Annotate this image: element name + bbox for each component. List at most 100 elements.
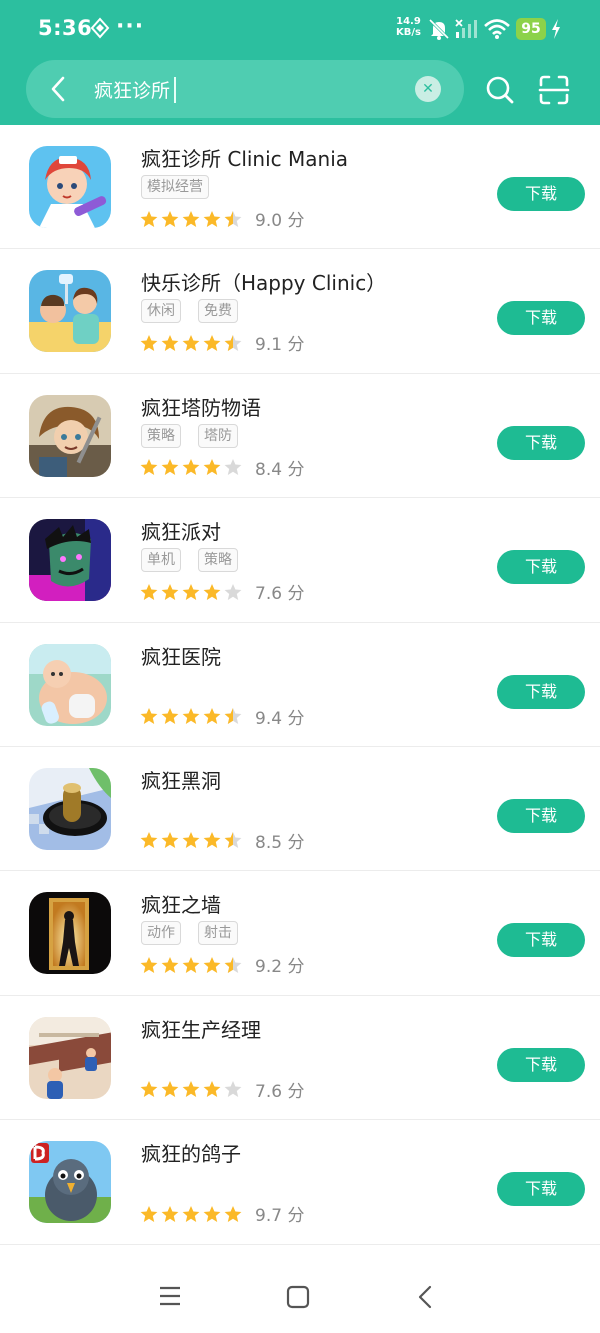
star-icon xyxy=(182,583,200,600)
star-icon xyxy=(161,708,179,725)
star-icon xyxy=(203,708,221,725)
system-navigation-bar xyxy=(0,1255,600,1333)
star-rating-icons xyxy=(140,210,242,228)
app-list-item[interactable]: 疯狂塔防物语 策略 塔防 8.4 分 下载 xyxy=(0,374,600,499)
wifi-icon xyxy=(484,18,510,44)
mute-bell-icon xyxy=(428,18,450,44)
star-icon xyxy=(161,1081,179,1098)
app-name[interactable]: 疯狂生产经理 xyxy=(141,1014,261,1043)
hospital-game-icon[interactable] xyxy=(29,643,111,726)
download-button[interactable]: 下载 xyxy=(497,301,585,336)
app-rating: 7.6 分 xyxy=(140,579,304,604)
star-icon xyxy=(203,1205,221,1222)
star-icon xyxy=(140,459,158,476)
clear-search-button[interactable]: ✕ xyxy=(415,76,441,102)
star-icon xyxy=(203,832,221,849)
category-tag: 塔防 xyxy=(198,423,238,448)
chevron-left-icon xyxy=(418,1285,432,1309)
download-button[interactable]: 下载 xyxy=(497,1047,585,1082)
search-input[interactable]: 疯狂诊所 xyxy=(94,76,170,103)
app-rating: 9.2 分 xyxy=(140,952,304,977)
app-list-item[interactable]: 快乐诊所（Happy Clinic） 休闲 免费 9.1 分 下载 xyxy=(0,249,600,374)
party-game-icon[interactable] xyxy=(29,519,111,602)
scan-button[interactable] xyxy=(538,74,570,106)
download-button[interactable]: 下载 xyxy=(497,923,585,958)
star-icon xyxy=(161,459,179,476)
app-list-item[interactable]: 疯狂之墙动作 射击 9.2 分 下载 xyxy=(0,871,600,996)
app-list-item[interactable]: 疯狂派对 单机 策略 7.6 分 下载 xyxy=(0,498,600,623)
app-list-item[interactable]: 疯狂医院 9.4 分 下载 xyxy=(0,623,600,747)
rating-score: 9.4 分 xyxy=(255,708,305,729)
star-rating-icons xyxy=(140,1205,242,1223)
download-button[interactable]: 下载 xyxy=(497,798,585,833)
system-back-button[interactable] xyxy=(416,1285,434,1313)
black-hole-game-icon[interactable] xyxy=(29,767,111,850)
clinic-game-icon[interactable] xyxy=(29,270,111,353)
app-list-item[interactable]: 疯狂诊所 Clinic Mania 模拟经营 9.0 分 下载 xyxy=(0,125,600,250)
star-icon xyxy=(203,459,221,476)
star-icon xyxy=(224,1081,242,1098)
factory-game-icon[interactable] xyxy=(29,1016,111,1099)
app-rating: 9.7 分 xyxy=(140,1201,304,1226)
star-rating-icons xyxy=(140,583,242,601)
rating-score: 8.5 分 xyxy=(255,832,305,853)
pigeon-game-icon[interactable] xyxy=(29,1141,111,1224)
recent-apps-button[interactable] xyxy=(158,1285,182,1311)
category-tag: 策略 xyxy=(141,423,181,448)
download-button[interactable]: 下载 xyxy=(497,1172,585,1207)
star-icon xyxy=(224,583,242,600)
star-rating-icons xyxy=(140,458,242,476)
star-icon xyxy=(203,956,221,973)
star-rating-icons xyxy=(140,956,242,974)
star-icon xyxy=(224,210,242,227)
text-cursor xyxy=(174,77,176,103)
home-button[interactable] xyxy=(286,1285,310,1313)
app-name[interactable]: 疯狂塔防物语 xyxy=(141,392,261,421)
category-tag: 休闲 xyxy=(141,299,181,324)
star-icon xyxy=(161,583,179,600)
app-list-item[interactable]: 疯狂黑洞 8.5 分 下载 xyxy=(0,747,600,872)
app-name[interactable]: 快乐诊所（Happy Clinic） xyxy=(141,267,386,296)
app-name[interactable]: 疯狂医院 xyxy=(141,641,221,670)
star-icon xyxy=(182,1205,200,1222)
app-name[interactable]: 疯狂之墙 xyxy=(141,889,221,918)
back-button[interactable] xyxy=(40,70,76,108)
star-icon xyxy=(140,583,158,600)
star-icon xyxy=(140,1081,158,1098)
star-icon xyxy=(224,832,242,849)
star-icon xyxy=(182,1081,200,1098)
app-list-item[interactable]: 疯狂生产经理 7.6 分 下载 xyxy=(0,996,600,1121)
status-bar: 5:36 ··· 14.9 KB/s 95 xyxy=(0,0,600,58)
star-icon xyxy=(140,956,158,973)
star-icon xyxy=(140,210,158,227)
status-time: 5:36 xyxy=(38,16,93,40)
search-bar[interactable]: 疯狂诊所 ✕ xyxy=(26,60,464,118)
download-button[interactable]: 下载 xyxy=(497,674,585,709)
star-rating-icons xyxy=(140,334,242,352)
star-icon xyxy=(161,832,179,849)
nurse-game-icon[interactable] xyxy=(29,146,111,228)
charging-icon xyxy=(550,18,562,44)
star-icon xyxy=(203,334,221,351)
app-list-item[interactable]: 疯狂的鸽子 9.7 分 下载 xyxy=(0,1120,600,1245)
more-notifications-icon: ··· xyxy=(116,14,145,39)
category-tag: 免费 xyxy=(198,299,238,324)
app-tags: 动作 射击 xyxy=(141,921,238,946)
signal-icon xyxy=(454,18,478,44)
download-button[interactable]: 下载 xyxy=(497,425,585,460)
download-button[interactable]: 下载 xyxy=(497,177,585,211)
search-results-list: 疯狂诊所 Clinic Mania 模拟经营 9.0 分下载快乐诊所（Happy C… xyxy=(0,125,600,1245)
app-name[interactable]: 疯狂黑洞 xyxy=(141,765,221,794)
search-button[interactable] xyxy=(484,74,516,106)
download-button[interactable]: 下载 xyxy=(497,550,585,585)
chevron-left-icon xyxy=(51,76,65,102)
app-name[interactable]: 疯狂派对 xyxy=(141,516,221,545)
app-header: 5:36 ··· 14.9 KB/s 95 疯狂诊所 ✕ xyxy=(0,0,600,125)
category-tag: 射击 xyxy=(198,921,238,946)
star-icon xyxy=(224,956,242,973)
star-icon xyxy=(203,1081,221,1098)
tower-defense-game-icon[interactable] xyxy=(29,394,111,477)
app-name[interactable]: 疯狂的鸽子 xyxy=(141,1138,241,1167)
app-name[interactable]: 疯狂诊所 Clinic Mania xyxy=(141,143,348,172)
wall-game-icon[interactable] xyxy=(29,892,111,975)
